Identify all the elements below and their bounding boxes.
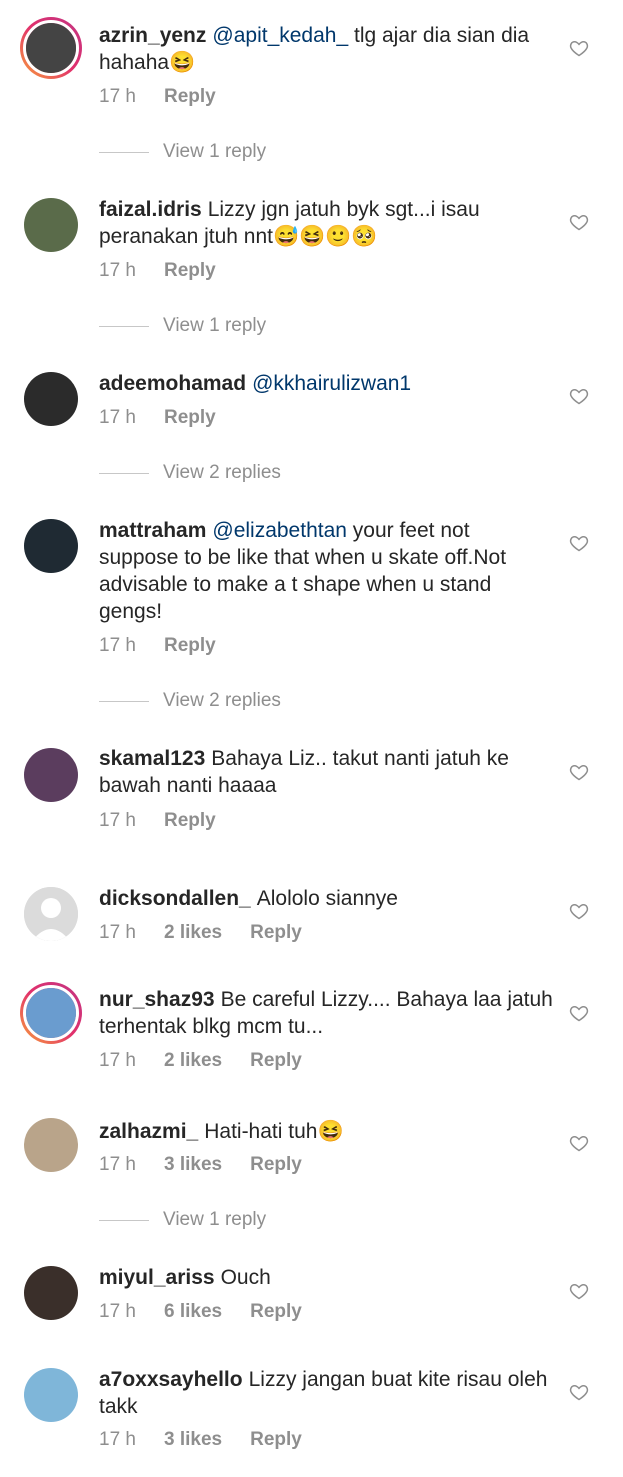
heart-icon[interactable]: [569, 1281, 589, 1301]
comment-text: adeemohamad @kkhairulizwan1: [99, 370, 554, 397]
heart-icon[interactable]: [569, 901, 589, 921]
view-replies-button[interactable]: View 2 replies: [99, 690, 281, 712]
comment-meta: 17 h Reply: [99, 260, 244, 282]
comment-username[interactable]: mattraham: [99, 519, 206, 542]
comment-username[interactable]: azrin_yenz: [99, 24, 206, 47]
likes-count[interactable]: 3 likes: [164, 1154, 222, 1175]
comment-body: Ouch: [220, 1266, 271, 1289]
comment-meta: 17 h 6 likes Reply: [99, 1301, 330, 1323]
comment-meta: 17 h Reply: [99, 810, 244, 832]
reply-button[interactable]: Reply: [250, 1301, 302, 1322]
comment-time: 17 h: [99, 1429, 136, 1450]
comment-body: Alololo siannye: [256, 887, 398, 910]
mention-link[interactable]: @kkhairulizwan1: [252, 372, 411, 395]
reply-button[interactable]: Reply: [164, 810, 216, 831]
avatar[interactable]: [24, 1266, 78, 1320]
emoji: 😆: [317, 1120, 344, 1143]
comment-username[interactable]: nur_shaz93: [99, 988, 215, 1011]
view-replies-label: View 2 replies: [163, 690, 281, 711]
view-replies-label: View 1 reply: [163, 1209, 267, 1230]
comment-time: 17 h: [99, 1154, 136, 1175]
comment-username[interactable]: adeemohamad: [99, 372, 246, 395]
reply-button[interactable]: Reply: [164, 260, 216, 281]
comment-time: 17 h: [99, 810, 136, 831]
comment-username[interactable]: a7oxxsayhello: [99, 1368, 243, 1391]
avatar[interactable]: [24, 198, 78, 252]
heart-icon[interactable]: [569, 1382, 589, 1402]
comment-username[interactable]: faizal.idris: [99, 198, 202, 221]
heart-icon[interactable]: [569, 212, 589, 232]
avatar[interactable]: [24, 519, 78, 573]
heart-icon[interactable]: [569, 533, 589, 553]
heart-icon[interactable]: [569, 762, 589, 782]
comment-body: Hati-hati tuh: [204, 1120, 318, 1143]
reply-button[interactable]: Reply: [250, 1154, 302, 1175]
mention-link[interactable]: @elizabethtan: [212, 519, 347, 542]
comment-time: 17 h: [99, 1050, 136, 1071]
avatar[interactable]: [20, 982, 82, 1044]
emoji: 😅😆🙂🥺: [272, 225, 378, 248]
likes-count[interactable]: 3 likes: [164, 1429, 222, 1450]
avatar[interactable]: [20, 17, 82, 79]
heart-icon[interactable]: [569, 38, 589, 58]
comment-time: 17 h: [99, 86, 136, 107]
view-replies-label: View 1 reply: [163, 315, 267, 336]
comment-username[interactable]: dicksondallen_: [99, 887, 251, 910]
comment-time: 17 h: [99, 407, 136, 428]
comment-time: 17 h: [99, 635, 136, 656]
reply-divider: [99, 700, 149, 702]
likes-count[interactable]: 2 likes: [164, 1050, 222, 1071]
reply-divider: [99, 151, 149, 153]
comment-username[interactable]: skamal123: [99, 747, 205, 770]
comment-time: 17 h: [99, 1301, 136, 1322]
heart-icon[interactable]: [569, 386, 589, 406]
comment-time: 17 h: [99, 260, 136, 281]
likes-count[interactable]: 2 likes: [164, 922, 222, 943]
reply-divider: [99, 1219, 149, 1221]
heart-icon[interactable]: [569, 1003, 589, 1023]
comment-text: nur_shaz93 Be careful Lizzy.... Bahaya la…: [99, 986, 554, 1040]
comment-meta: 17 h Reply: [99, 86, 244, 108]
view-replies-label: View 1 reply: [163, 141, 267, 162]
avatar[interactable]: [24, 372, 78, 426]
view-replies-label: View 2 replies: [163, 462, 281, 483]
comment-meta: 17 h 2 likes Reply: [99, 922, 330, 944]
comment-text: miyul_ariss Ouch: [99, 1264, 554, 1291]
comment-username[interactable]: miyul_ariss: [99, 1266, 215, 1289]
view-replies-button[interactable]: View 1 reply: [99, 315, 266, 337]
heart-icon[interactable]: [569, 1133, 589, 1153]
avatar[interactable]: [24, 1368, 78, 1422]
comment-meta: 17 h Reply: [99, 407, 244, 429]
comment-text: azrin_yenz @apit_kedah_ tlg ajar dia sian…: [99, 22, 554, 76]
reply-button[interactable]: Reply: [164, 86, 216, 107]
reply-button[interactable]: Reply: [250, 922, 302, 943]
comment-meta: 17 h 2 likes Reply: [99, 1050, 330, 1072]
comment-text: mattraham @elizabethtan your feet not sup…: [99, 517, 554, 625]
mention-link[interactable]: @apit_kedah_: [212, 24, 348, 47]
view-replies-button[interactable]: View 1 reply: [99, 141, 266, 163]
avatar[interactable]: [24, 887, 78, 941]
reply-button[interactable]: Reply: [250, 1050, 302, 1071]
reply-divider: [99, 472, 149, 474]
view-replies-button[interactable]: View 1 reply: [99, 1209, 266, 1231]
comment-meta: 17 h Reply: [99, 635, 244, 657]
reply-divider: [99, 325, 149, 327]
reply-button[interactable]: Reply: [250, 1429, 302, 1450]
likes-count[interactable]: 6 likes: [164, 1301, 222, 1322]
comment-time: 17 h: [99, 922, 136, 943]
view-replies-button[interactable]: View 2 replies: [99, 462, 281, 484]
comment-text: faizal.idris Lizzy jgn jatuh byk sgt...i …: [99, 196, 554, 250]
comment-meta: 17 h 3 likes Reply: [99, 1154, 330, 1176]
emoji: 😆: [169, 51, 196, 74]
comment-text: zalhazmi_ Hati-hati tuh😆: [99, 1118, 554, 1145]
reply-button[interactable]: Reply: [164, 407, 216, 428]
avatar[interactable]: [24, 748, 78, 802]
comment-username[interactable]: zalhazmi_: [99, 1120, 198, 1143]
comment-text: dicksondallen_ Alololo siannye: [99, 885, 554, 912]
avatar[interactable]: [24, 1118, 78, 1172]
comment-text: skamal123 Bahaya Liz.. takut nanti jatuh …: [99, 745, 554, 799]
comment-meta: 17 h 3 likes Reply: [99, 1429, 330, 1451]
comment-text: a7oxxsayhello Lizzy jangan buat kite risa…: [99, 1366, 554, 1420]
reply-button[interactable]: Reply: [164, 635, 216, 656]
